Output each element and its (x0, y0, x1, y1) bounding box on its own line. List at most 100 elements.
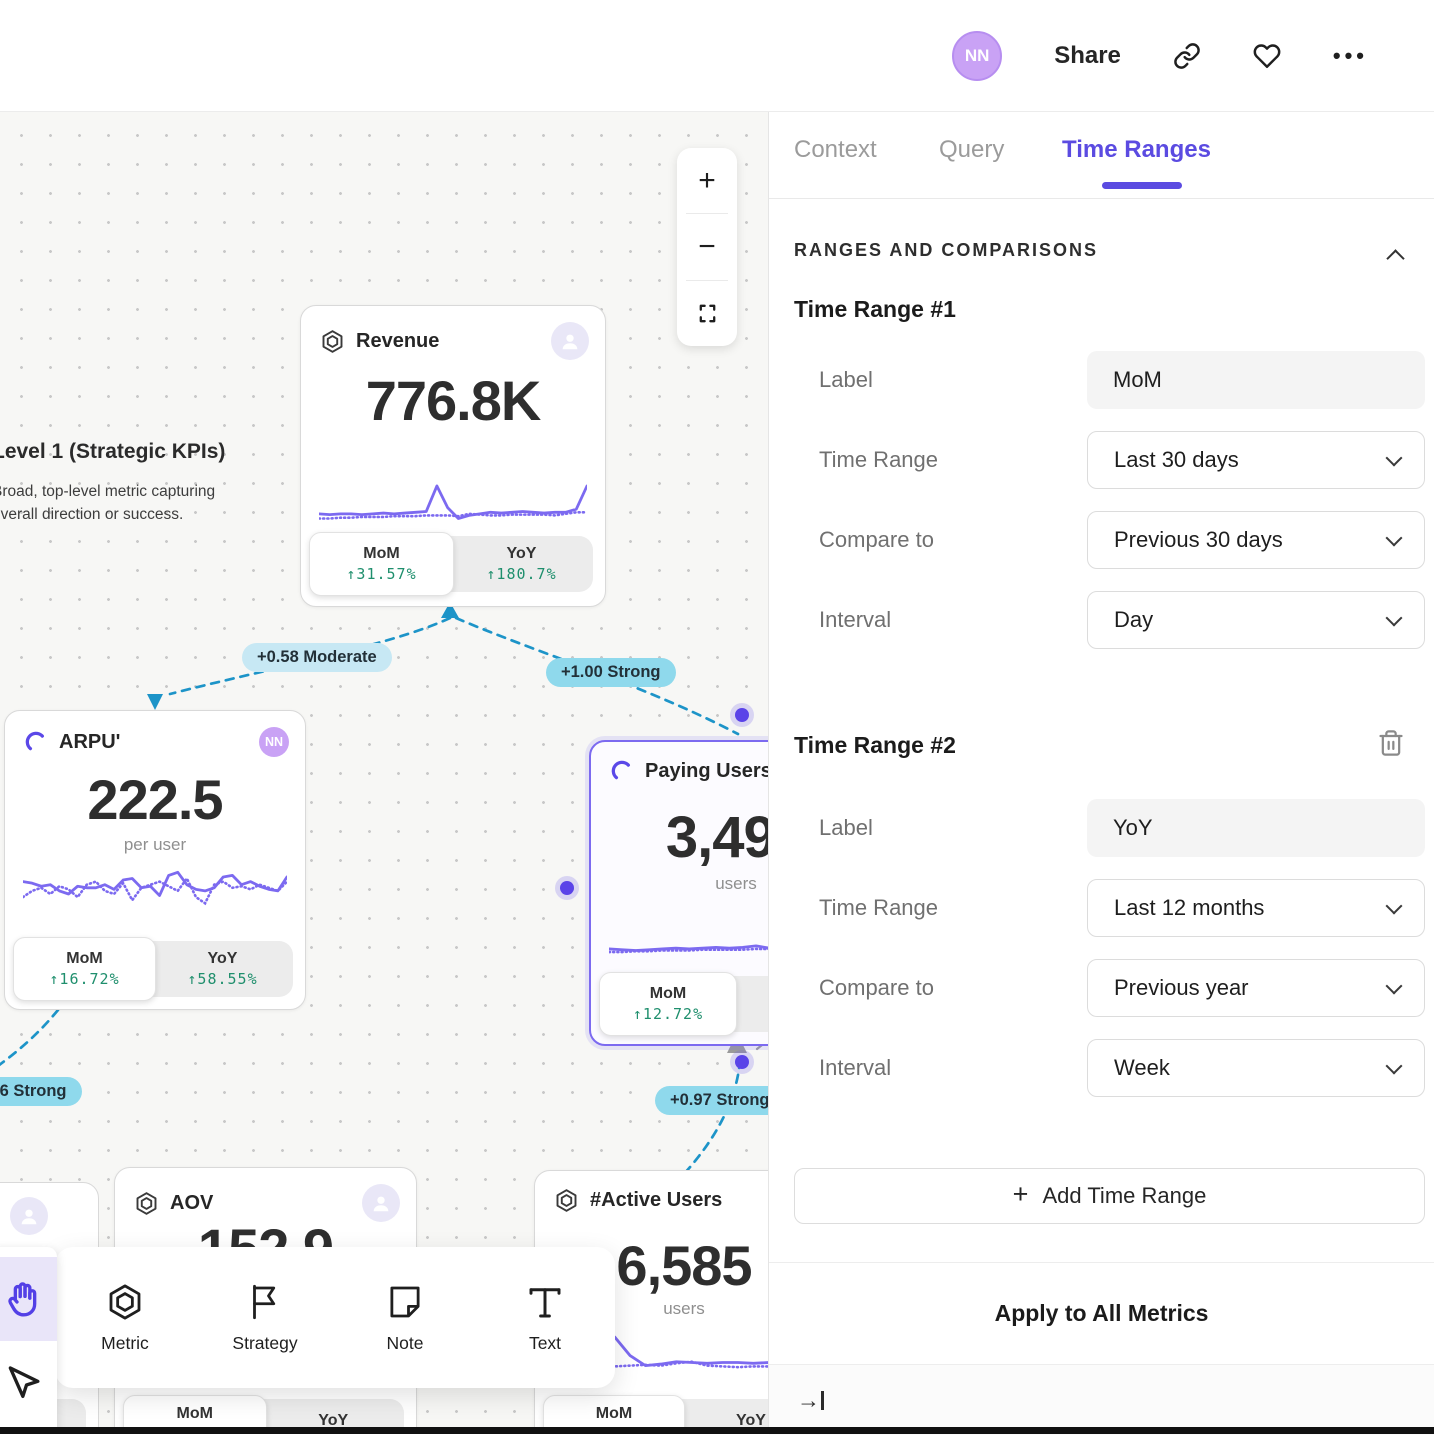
chevron-down-icon (1386, 610, 1403, 627)
time-range-select[interactable]: Last 12 months (1087, 879, 1425, 937)
tab-query[interactable]: Query (939, 136, 1004, 164)
chevron-down-icon (1386, 530, 1403, 547)
more-menu-icon[interactable]: ••• (1333, 43, 1368, 69)
user-avatar[interactable]: NN (952, 31, 1002, 81)
label-input[interactable]: MoM (1087, 351, 1425, 409)
card-unit: users (591, 874, 768, 894)
loading-spinner-icon (23, 729, 49, 755)
collapse-section-icon[interactable] (1386, 249, 1404, 267)
compare-to-select[interactable]: Previous year (1087, 959, 1425, 1017)
chevron-down-icon (1386, 898, 1403, 915)
select-tool-button[interactable] (0, 1341, 57, 1425)
zoom-out-button[interactable]: − (677, 214, 737, 279)
text-icon (524, 1281, 566, 1323)
tool-note[interactable]: Note (335, 1281, 475, 1354)
canvas-tool-strip (0, 1247, 57, 1434)
person-icon (559, 330, 581, 352)
card-title: ARPU' (59, 731, 120, 754)
note-icon (384, 1281, 426, 1323)
panel-footer: → (769, 1364, 1434, 1435)
chevron-down-icon (1386, 450, 1403, 467)
top-bar: NN Share ••• (0, 0, 1434, 112)
range-toggle: MoM ↑12.72% (603, 976, 768, 1032)
chip-yoy[interactable]: YoY ↑58.55% (152, 941, 293, 997)
add-time-range-button[interactable]: + Add Time Range (794, 1168, 1425, 1224)
delete-time-range-icon[interactable] (1377, 729, 1405, 757)
sparkline (23, 863, 287, 925)
arrowhead-down (147, 694, 163, 710)
edge-label-active-paying[interactable]: +0.97 Strong (655, 1086, 768, 1115)
card-title: #Active Users (590, 1189, 722, 1212)
hexagon-icon (104, 1281, 146, 1323)
tab-time-ranges[interactable]: Time Ranges (1062, 136, 1211, 164)
field-label: Time Range (819, 431, 938, 489)
chip-mom[interactable]: MoM ↑12.72% (599, 972, 737, 1036)
hand-tool-button[interactable] (0, 1257, 57, 1341)
field-label: Label (819, 799, 873, 857)
tool-text[interactable]: Text (475, 1281, 615, 1354)
range-toggle: MoM ↑31.57% YoY ↑180.7% (313, 536, 593, 592)
zoom-controls: + − (677, 148, 737, 346)
field-label: Interval (819, 591, 891, 649)
tool-metric[interactable]: Metric (55, 1281, 195, 1354)
collapse-panel-icon[interactable]: → (797, 1387, 824, 1414)
app-window: NN Share ••• Level 1 (Strategic KPIs) Br… (0, 0, 1434, 1434)
card-unit: per user (5, 835, 305, 855)
hand-icon (2, 1279, 42, 1319)
share-button[interactable]: Share (1054, 42, 1121, 70)
metric-card-paying-users[interactable]: Paying Users' 3,495 users MoM ↑12.72% (589, 740, 768, 1046)
time-range-1-title: Time Range #1 (794, 296, 956, 323)
chevron-down-icon (1386, 978, 1403, 995)
sparkline (609, 904, 768, 966)
connection-handle[interactable] (560, 881, 574, 895)
section-header[interactable]: RANGES AND COMPARISONS (794, 240, 1098, 261)
assignee-avatar[interactable] (551, 322, 589, 360)
collaborator-badge[interactable]: NN (259, 727, 289, 757)
metric-card-revenue[interactable]: Revenue 776.8K MoM ↑31.57% YoY ↑180.7 (300, 305, 606, 607)
metric-card-arpu[interactable]: ARPU' NN 222.5 per user MoM ↑16.72% YoY … (4, 710, 306, 1010)
label-input[interactable]: YoY (1087, 799, 1425, 857)
loading-spinner-icon (609, 758, 635, 784)
apply-all-metrics-button[interactable]: Apply to All Metrics (769, 1300, 1434, 1327)
chip-yoy[interactable] (733, 976, 768, 1032)
favorite-icon[interactable] (1253, 42, 1281, 70)
interval-select[interactable]: Day (1087, 591, 1425, 649)
edge-label-paying-revenue[interactable]: +1.00 Strong (546, 658, 676, 687)
field-label: Compare to (819, 959, 934, 1017)
level-note-line1: Broad, top-level metric capturing (0, 483, 215, 500)
compare-to-select[interactable]: Previous 30 days (1087, 511, 1425, 569)
field-label: Time Range (819, 879, 938, 937)
assignee-avatar[interactable] (10, 1197, 48, 1235)
card-value: 3,495 (591, 804, 768, 871)
connection-handle[interactable] (735, 708, 749, 722)
card-value: 776.8K (301, 368, 605, 433)
hexagon-metric-icon (319, 328, 346, 355)
tool-strategy[interactable]: Strategy (195, 1281, 335, 1354)
fit-screen-button[interactable] (677, 281, 737, 346)
level-note: Level 1 (Strategic KPIs) Broad, top-leve… (0, 440, 242, 526)
time-range-2-title: Time Range #2 (794, 732, 956, 759)
settings-panel: Context Query Time Ranges RANGES AND COM… (768, 112, 1434, 1434)
sparkline (319, 472, 587, 534)
insert-toolbar: Metric Strategy Note Text (55, 1247, 615, 1388)
active-tab-indicator (1102, 182, 1182, 189)
zoom-in-button[interactable]: + (677, 148, 737, 213)
level-note-line2: overall direction or success. (0, 506, 183, 523)
chip-yoy[interactable]: YoY ↑180.7% (450, 536, 593, 592)
tab-context[interactable]: Context (794, 136, 877, 164)
time-range-select[interactable]: Last 30 days (1087, 431, 1425, 489)
edge-label-arpu-revenue[interactable]: +0.58 Moderate (242, 643, 392, 672)
flag-icon (244, 1281, 286, 1323)
edge-label-left-strong[interactable]: +0.66 Strong (0, 1077, 82, 1106)
level-note-title: Level 1 (Strategic KPIs) (0, 440, 242, 464)
connection-handle[interactable] (735, 1055, 749, 1069)
link-icon[interactable] (1173, 42, 1201, 70)
person-icon (18, 1205, 40, 1227)
interval-select[interactable]: Week (1087, 1039, 1425, 1097)
chevron-down-icon (1386, 1058, 1403, 1075)
chip-mom[interactable]: MoM ↑16.72% (13, 937, 156, 1001)
hexagon-metric-icon (133, 1190, 160, 1217)
fit-screen-icon (696, 302, 719, 325)
metric-tree-canvas[interactable]: Level 1 (Strategic KPIs) Broad, top-leve… (0, 112, 768, 1434)
chip-mom[interactable]: MoM ↑31.57% (309, 532, 454, 596)
